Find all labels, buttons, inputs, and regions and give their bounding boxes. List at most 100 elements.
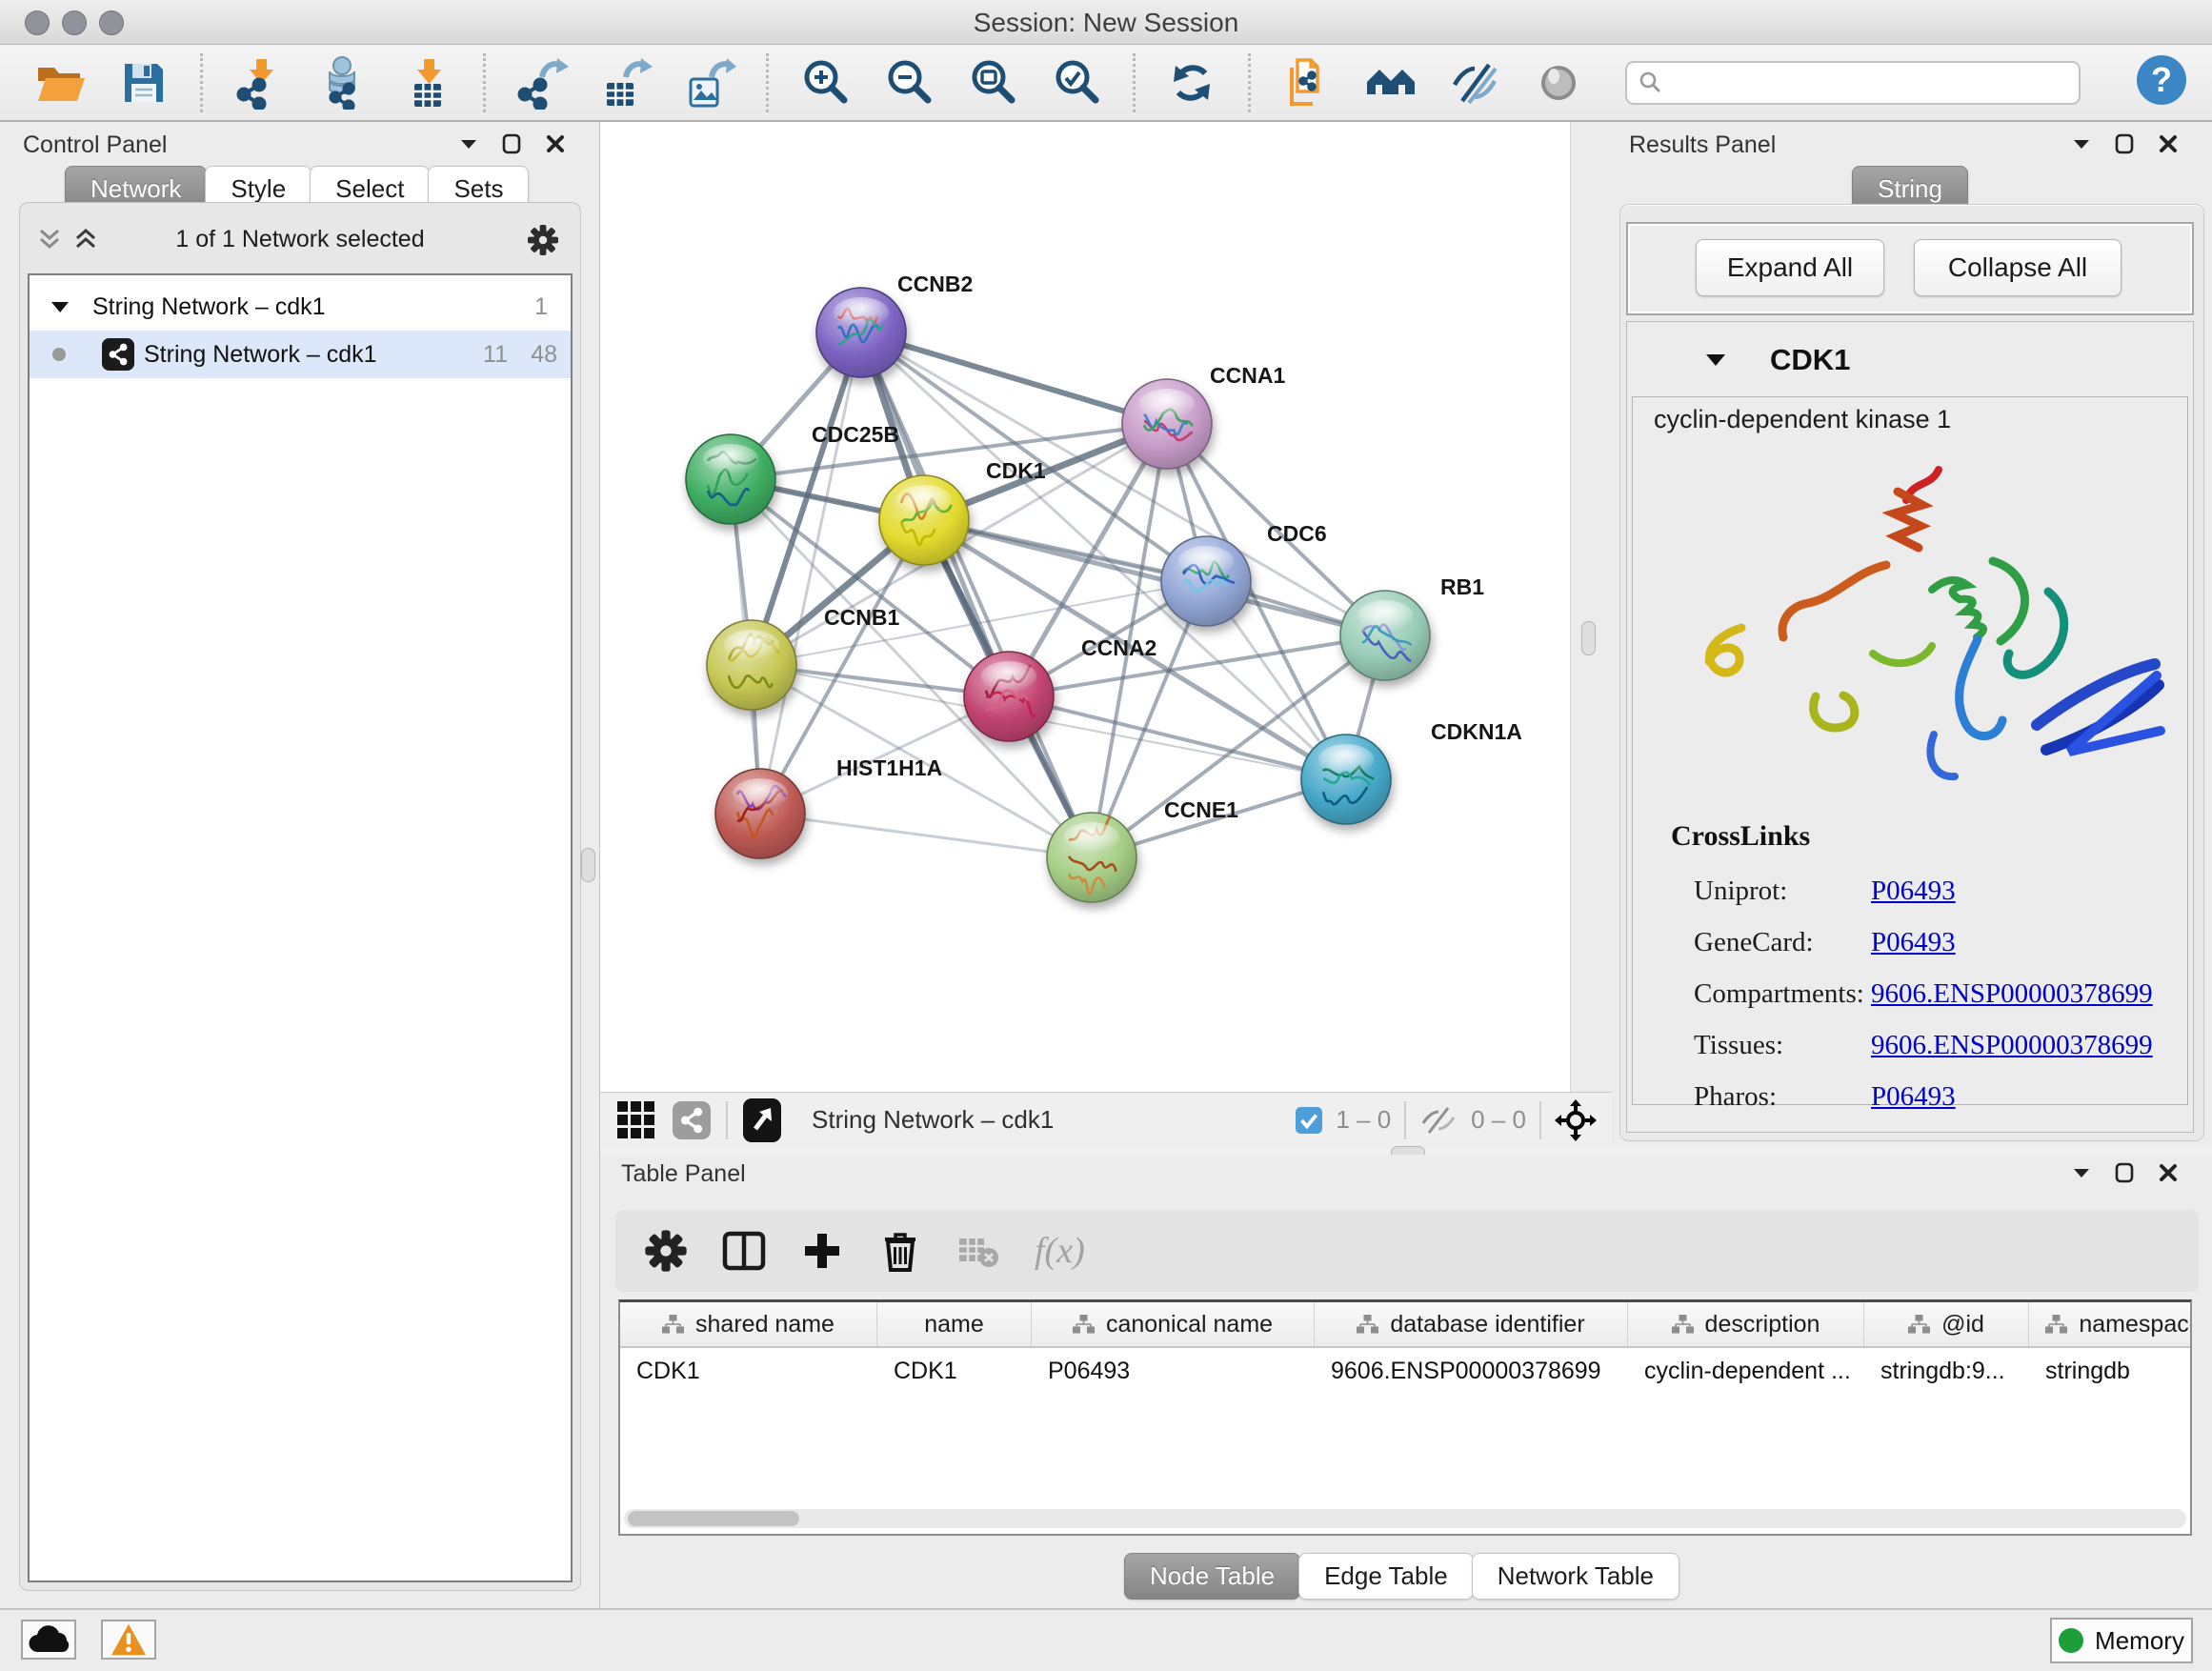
network-node-CDKN1A[interactable]: [1301, 735, 1391, 824]
network-node-RB1[interactable]: [1340, 591, 1430, 680]
close-panel-icon[interactable]: [546, 134, 565, 153]
crosslink-link[interactable]: P06493: [1871, 1081, 1956, 1113]
crosslink-link[interactable]: P06493: [1871, 876, 1956, 907]
table-row[interactable]: CDK1CDK1P064939606.ENSP00000378699cyclin…: [620, 1348, 2190, 1394]
network-collection-row[interactable]: String Network – cdk1 1: [30, 283, 571, 331]
warnings-button[interactable]: [101, 1620, 156, 1660]
table-cell[interactable]: stringdb:9...: [1864, 1348, 2029, 1394]
crosshair-move-icon[interactable]: [1555, 1099, 1597, 1141]
help-icon[interactable]: ?: [2136, 54, 2187, 111]
close-panel-icon[interactable]: [2159, 1163, 2178, 1182]
table-cell[interactable]: stringdb: [2029, 1348, 2192, 1394]
network-node-CCNA2[interactable]: [964, 652, 1054, 741]
table-cell[interactable]: 9606.ENSP00000378699: [1315, 1348, 1628, 1394]
network-node-CCNB1[interactable]: [707, 620, 796, 710]
birdseye-grid-icon[interactable]: [615, 1099, 657, 1141]
delete-table-icon[interactable]: [956, 1229, 1000, 1273]
column-header-shared-name[interactable]: shared name: [620, 1302, 877, 1346]
crosslink-link[interactable]: P06493: [1871, 927, 1956, 958]
crosslink-link[interactable]: 9606.ENSP00000378699: [1871, 1030, 2153, 1061]
float-panel-icon[interactable]: [460, 138, 477, 150]
import-network-file-icon[interactable]: [231, 54, 287, 111]
zoom-in-icon[interactable]: [797, 54, 853, 111]
search-input[interactable]: [1625, 61, 2081, 105]
maximize-panel-icon[interactable]: [502, 133, 521, 154]
hide-panel-icon[interactable]: [1447, 54, 1502, 111]
crosslink-label: GeneCard:: [1694, 927, 1814, 958]
column-header-database-identifier[interactable]: database identifier: [1315, 1302, 1628, 1346]
network-edge[interactable]: [760, 332, 861, 814]
zoom-selected-icon[interactable]: [1049, 54, 1104, 111]
network-node-HIST1H1A[interactable]: [715, 769, 805, 858]
network-node-CCNB2[interactable]: [816, 288, 906, 377]
gene-expander-icon[interactable]: [1705, 352, 1726, 367]
automation-cloud-button[interactable]: [21, 1620, 76, 1660]
crosslink-link[interactable]: 9606.ENSP00000378699: [1871, 978, 2153, 1010]
horizontal-scrollbar[interactable]: [624, 1509, 2186, 1528]
float-panel-icon[interactable]: [2073, 138, 2090, 150]
control-splitter-handle[interactable]: [581, 848, 595, 882]
delete-column-icon[interactable]: [878, 1229, 922, 1273]
table-cell[interactable]: CDK1: [620, 1348, 877, 1394]
maximize-panel-icon[interactable]: [2115, 133, 2134, 154]
string-badge-icon[interactable]: [673, 1101, 711, 1139]
results-splitter[interactable]: [1570, 122, 1613, 1092]
gear-icon[interactable]: [527, 224, 559, 256]
table-cell[interactable]: P06493: [1032, 1348, 1315, 1394]
column-header-@id[interactable]: @id: [1864, 1302, 2029, 1346]
memory-button[interactable]: Memory: [2050, 1618, 2193, 1663]
gene-description: cyclin-dependent kinase 1: [1654, 405, 1951, 434]
export-table-icon[interactable]: [598, 54, 654, 111]
selected-checkbox-icon[interactable]: [1296, 1107, 1322, 1134]
refresh-icon[interactable]: [1164, 54, 1219, 111]
column-header-name[interactable]: name: [877, 1302, 1032, 1346]
expand-all-button[interactable]: Expand All: [1696, 239, 1884, 296]
clone-network-icon[interactable]: [1279, 54, 1335, 111]
network-list: String Network – cdk1 1 String Network –…: [28, 273, 573, 1582]
network-edge[interactable]: [760, 814, 1092, 857]
crosslink-row: Tissues:9606.ENSP00000378699: [1633, 1022, 2187, 1074]
import-table-icon[interactable]: [399, 54, 454, 111]
open-in-window-icon[interactable]: [743, 1098, 781, 1142]
eye-icon[interactable]: [1531, 54, 1586, 111]
column-header-canonical-name[interactable]: canonical name: [1032, 1302, 1315, 1346]
zoom-fit-icon[interactable]: [965, 54, 1020, 111]
table-cell[interactable]: cyclin-dependent ...: [1628, 1348, 1864, 1394]
tab-network-table[interactable]: Network Table: [1472, 1553, 1679, 1600]
column-header-namespace[interactable]: namespace: [2029, 1302, 2192, 1346]
home-icon[interactable]: [1363, 54, 1418, 111]
network-node-CCNE1[interactable]: [1047, 813, 1136, 902]
network-canvas[interactable]: CCNB2CCNA1CDC25BCDK1CDC6RB1CCNB1CCNA2CDK…: [600, 122, 1570, 1092]
tab-node-table[interactable]: Node Table: [1124, 1553, 1300, 1600]
table-settings-gear-icon[interactable]: [644, 1229, 688, 1273]
float-panel-icon[interactable]: [2073, 1167, 2090, 1178]
hidden-eye-slash-icon[interactable]: [1419, 1106, 1458, 1135]
results-splitter-handle[interactable]: [1581, 621, 1596, 655]
network-node-CCNA1[interactable]: [1122, 379, 1212, 469]
export-network-icon[interactable]: [514, 54, 570, 111]
network-node-CDC6[interactable]: [1161, 536, 1251, 626]
tab-edge-table[interactable]: Edge Table: [1298, 1553, 1474, 1600]
network-node-CDK1[interactable]: [879, 475, 969, 565]
add-column-icon[interactable]: [800, 1229, 844, 1273]
export-image-icon[interactable]: [682, 54, 737, 111]
column-header-description[interactable]: description: [1628, 1302, 1864, 1346]
network-edge[interactable]: [861, 332, 1167, 424]
import-network-database-icon[interactable]: [315, 54, 371, 111]
zoom-out-icon[interactable]: [881, 54, 936, 111]
collapse-all-button[interactable]: Collapse All: [1914, 239, 2122, 296]
string-network-icon: [102, 338, 134, 371]
collection-expander-icon[interactable]: [50, 300, 70, 313]
network-row-selected[interactable]: String Network – cdk1 11 48: [30, 331, 571, 378]
control-panel-title: Control Panel: [23, 131, 167, 159]
network-node-CDC25B[interactable]: [686, 434, 775, 524]
maximize-panel-icon[interactable]: [2115, 1162, 2134, 1183]
table-toolbar: f(x): [615, 1210, 2199, 1292]
results-panel: Results Panel String Expand All Collapse…: [1612, 122, 2212, 1147]
scrollbar-thumb[interactable]: [628, 1511, 799, 1526]
save-session-icon[interactable]: [116, 54, 171, 111]
table-cell[interactable]: CDK1: [877, 1348, 1032, 1394]
open-session-icon[interactable]: [32, 54, 88, 111]
show-columns-icon[interactable]: [722, 1229, 766, 1273]
close-panel-icon[interactable]: [2159, 134, 2178, 153]
